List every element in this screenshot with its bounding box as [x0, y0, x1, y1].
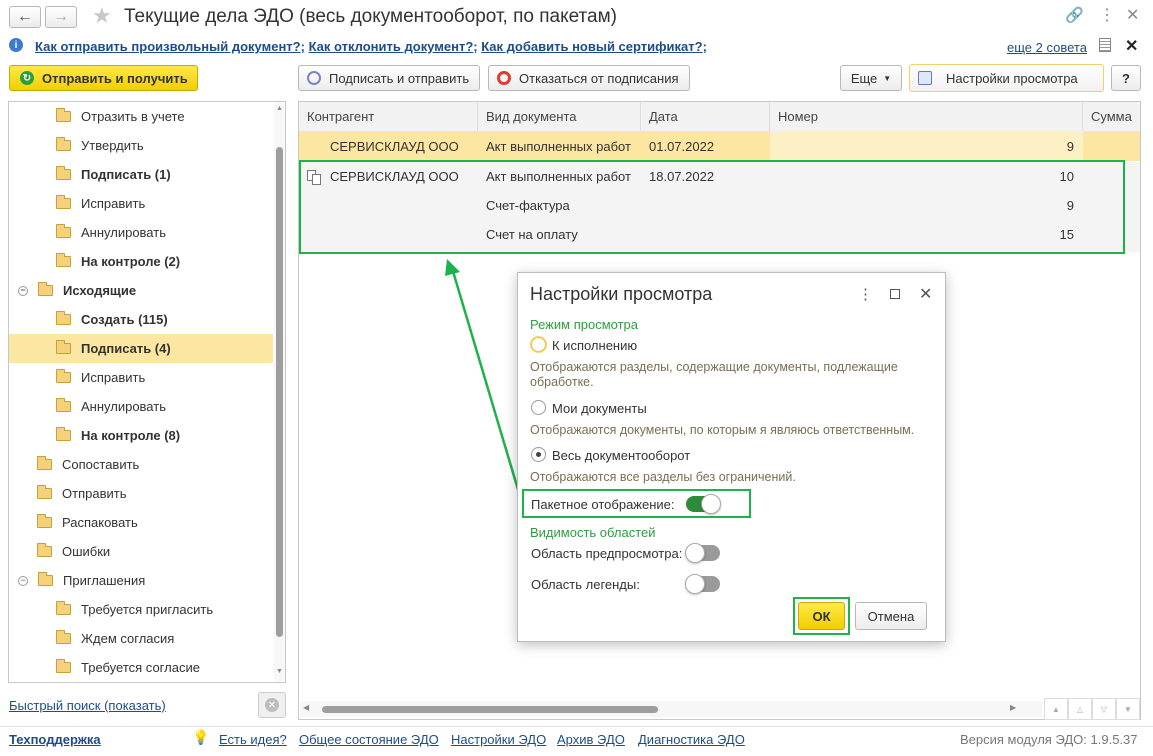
- radio-my-docs-label[interactable]: Мои документы: [552, 401, 647, 416]
- radio-all-docs-label[interactable]: Весь документооборот: [552, 448, 690, 463]
- radio-to-execute[interactable]: [531, 337, 546, 352]
- radio-my-docs-hint: Отображаются документы, по которым я явл…: [530, 423, 915, 437]
- module-version: Версия модуля ЭДО: 1.9.5.37: [960, 732, 1138, 747]
- batch-display-highlight: [522, 489, 751, 518]
- legend-area-toggle[interactable]: [685, 574, 720, 594]
- radio-to-execute-hint-2: обработке.: [530, 375, 594, 389]
- dialog-close-icon[interactable]: ✕: [919, 284, 932, 304]
- idea-link[interactable]: Есть идея?: [219, 732, 287, 747]
- visibility-heading: Видимость областей: [530, 525, 656, 540]
- dialog-maximize-icon[interactable]: [890, 289, 900, 299]
- radio-to-execute-label[interactable]: К исполнению: [552, 338, 637, 353]
- edo-settings-link[interactable]: Настройки ЭДО: [451, 732, 546, 747]
- preview-area-toggle[interactable]: [685, 543, 720, 563]
- support-link[interactable]: Техподдержка: [9, 732, 101, 747]
- cancel-label: Отмена: [867, 608, 915, 624]
- radio-all-docs[interactable]: [531, 447, 546, 462]
- dialog-title: Настройки просмотра: [530, 284, 713, 304]
- edo-status-link[interactable]: Общее состояние ЭДО: [299, 732, 439, 747]
- preview-area-label: Область предпросмотра:: [531, 546, 683, 561]
- view-mode-heading: Режим просмотра: [530, 317, 638, 332]
- legend-area-label: Область легенды:: [531, 577, 640, 592]
- radio-all-docs-hint: Отображаются все разделы без ограничений…: [530, 470, 796, 484]
- radio-to-execute-hint-1: Отображаются разделы, содержащие докумен…: [530, 360, 898, 374]
- edo-diagnostics-link[interactable]: Диагностика ЭДО: [638, 732, 745, 747]
- cancel-button[interactable]: Отмена: [855, 602, 927, 630]
- footer-divider: [0, 726, 1153, 727]
- lightbulb-icon: 💡: [192, 729, 210, 745]
- radio-my-docs[interactable]: [531, 400, 546, 415]
- edo-archive-link[interactable]: Архив ЭДО: [557, 732, 625, 747]
- dialog-more-icon[interactable]: ⋮: [858, 285, 873, 303]
- ok-highlight: [793, 597, 850, 635]
